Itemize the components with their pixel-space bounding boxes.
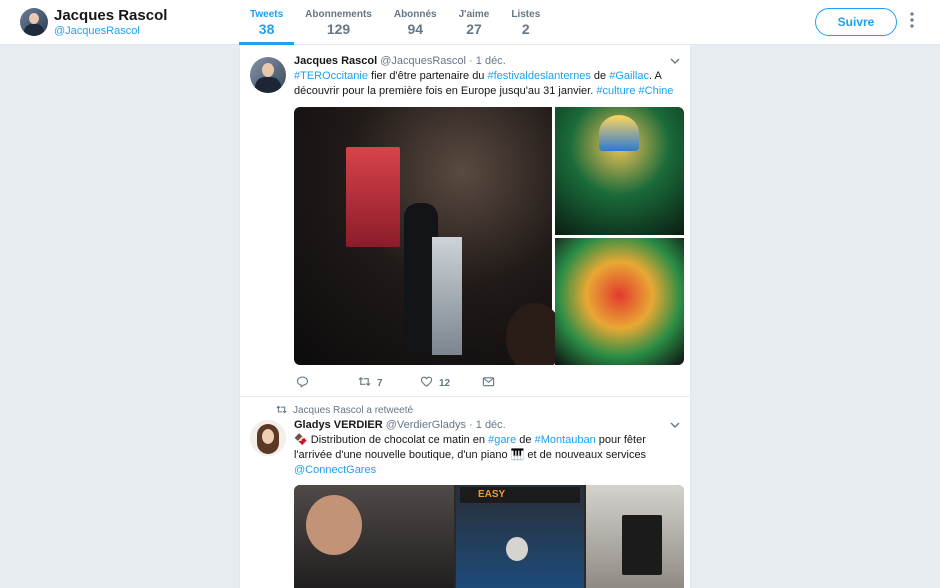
tweet-text: #TEROccitanie fier d'être partenaire du … — [294, 69, 686, 99]
profile-nav: Tweets 38 Abonnements 129 Abonnés 94 J'a… — [239, 0, 551, 45]
tweet-text-segment: de — [516, 434, 535, 446]
timeline: Jacques Rascol @JacquesRascol · 1 déc. #… — [239, 45, 692, 588]
follow-button[interactable]: Suivre — [815, 8, 897, 36]
hashtag-link[interactable]: #festivaldeslanternes — [488, 70, 591, 82]
tweet-separator: · — [469, 55, 473, 67]
profile-name[interactable]: Jacques Rascol — [54, 7, 167, 24]
tweet-author-avatar[interactable] — [250, 420, 286, 456]
tweet-text: 🍫 Distribution de chocolat ce matin en #… — [294, 433, 686, 478]
tweet-author-name[interactable]: Gladys VERDIER — [294, 419, 383, 431]
nav-likes-label: J'aime — [458, 9, 490, 20]
tweet-media-grid: EASY — [294, 485, 684, 588]
tweet-photo[interactable] — [294, 107, 564, 365]
nav-following-count: 129 — [326, 21, 351, 37]
nav-tweets-label: Tweets — [250, 9, 284, 20]
heart-icon — [420, 375, 433, 391]
chevron-down-icon[interactable] — [670, 420, 682, 432]
mention-link[interactable]: @ConnectGares — [294, 464, 376, 476]
hashtag-link[interactable]: #gare — [488, 434, 516, 446]
tweet-header: Gladys VERDIER @VerdierGladys · 1 déc. — [294, 419, 506, 431]
profile-avatar[interactable] — [20, 8, 48, 36]
nav-followers-label: Abonnés — [393, 9, 437, 20]
nav-tweets[interactable]: Tweets 38 — [239, 0, 295, 45]
nav-following[interactable]: Abonnements 129 — [294, 0, 383, 45]
retweet-button[interactable]: 7 — [358, 375, 383, 391]
nav-followers[interactable]: Abonnés 94 — [383, 0, 448, 45]
hashtag-link[interactable]: #Gaillac — [609, 70, 649, 82]
retweet-count: 7 — [377, 377, 383, 389]
profile-handle[interactable]: @JacquesRascol — [54, 25, 140, 37]
nav-tweets-count: 38 — [258, 21, 275, 37]
nav-likes[interactable]: J'aime 27 — [448, 0, 501, 45]
nav-lists-count: 2 — [521, 21, 530, 37]
tweet-actions: 7 12 — [294, 375, 686, 391]
nav-followers-count: 94 — [407, 21, 424, 37]
tweet-timestamp[interactable]: 1 déc. — [476, 55, 506, 67]
retweet-icon — [276, 405, 287, 414]
retweet-context: Jacques Rascol a retweeté — [276, 404, 413, 416]
tweet-text-segment: de — [590, 70, 610, 82]
tweet-text-segment: fier d'être partenaire du — [367, 70, 488, 82]
like-button[interactable]: 12 — [420, 375, 450, 391]
nav-following-label: Abonnements — [305, 9, 372, 20]
retweet-context-label[interactable]: Jacques Rascol a retweeté — [293, 405, 413, 416]
tweet-author-handle[interactable]: @JacquesRascol — [380, 55, 466, 67]
hashtag-link[interactable]: #TEROccitanie — [294, 70, 368, 82]
hashtag-link[interactable]: #culture — [596, 85, 635, 97]
nav-lists-label: Listes — [511, 9, 541, 20]
retweet-icon — [358, 375, 371, 391]
tweet-header: Jacques Rascol @JacquesRascol · 1 déc. — [294, 55, 506, 67]
like-count: 12 — [439, 377, 451, 389]
tweet-author-name[interactable]: Jacques Rascol — [294, 55, 377, 67]
reply-button[interactable] — [296, 375, 309, 391]
tweet-photo[interactable] — [294, 485, 454, 588]
reply-icon — [296, 375, 309, 391]
tweet-text-segment: 🍫 Distribution de chocolat ce matin en — [294, 434, 489, 446]
tweet-author-avatar[interactable] — [250, 57, 286, 93]
tweet[interactable]: Jacques Rascol @JacquesRascol · 1 déc. #… — [240, 45, 692, 397]
shop-sign: EASY — [460, 487, 580, 503]
tweet-media-grid — [294, 107, 684, 365]
nav-likes-count: 27 — [466, 21, 482, 37]
chevron-down-icon[interactable] — [670, 56, 682, 68]
lantern-pagoda — [599, 115, 639, 151]
podium — [432, 237, 462, 355]
hashtag-link[interactable]: #Montauban — [535, 434, 596, 446]
direct-message-button[interactable] — [482, 375, 495, 391]
tweet-photo[interactable] — [555, 107, 684, 235]
nav-lists[interactable]: Listes 2 — [500, 0, 551, 45]
tweet-photo[interactable] — [586, 485, 684, 588]
tweet-photo[interactable]: EASY — [456, 485, 584, 588]
envelope-icon — [482, 375, 495, 391]
tweet-timestamp[interactable]: 1 déc. — [476, 419, 506, 431]
festival-banner — [346, 147, 400, 247]
tweet-author-handle[interactable]: @VerdierGladys — [386, 419, 466, 431]
hashtag-link[interactable]: #Chine — [639, 85, 674, 97]
tweet-photo[interactable] — [555, 238, 684, 365]
profile-topbar: Jacques Rascol @JacquesRascol Tweets 38 … — [0, 0, 940, 45]
more-options-icon[interactable] — [906, 12, 918, 32]
tweet-separator: · — [469, 419, 473, 431]
